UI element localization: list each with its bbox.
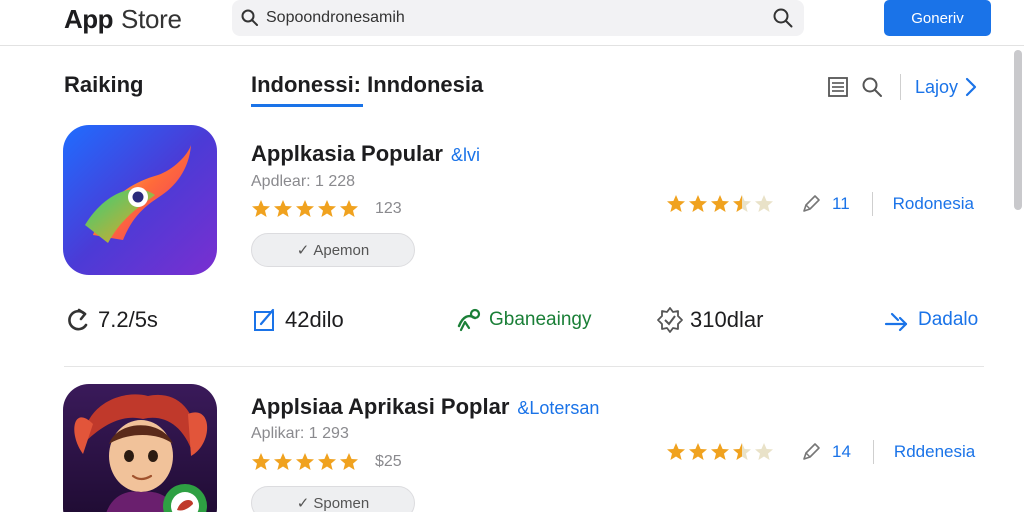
- edit-box-icon: [254, 308, 275, 331]
- app-store-logo[interactable]: App Store: [0, 2, 182, 36]
- tab-indonesia[interactable]: Indonessi: Inndonesia: [251, 72, 483, 98]
- search-bar[interactable]: [232, 0, 804, 36]
- region-link[interactable]: Rddenesia: [894, 442, 975, 462]
- star-icon: [296, 200, 314, 217]
- search-submit-icon[interactable]: [772, 7, 794, 29]
- active-tab-indicator: [251, 104, 363, 107]
- star-icon: [733, 195, 751, 212]
- top-bar: App Store Goneriv: [0, 0, 1024, 46]
- star-icon: [711, 195, 729, 212]
- star-icon: [755, 195, 773, 212]
- section-title: Raiking: [64, 72, 144, 97]
- pencil-icon[interactable]: [800, 193, 822, 215]
- stars-left: [251, 452, 361, 472]
- star-icon: [733, 443, 751, 460]
- app-name[interactable]: Applkasia Popular &lvi: [251, 141, 480, 167]
- stat-share-value: Dadalo: [918, 309, 979, 330]
- category-icon: [457, 308, 481, 332]
- game-character-icon: [63, 384, 217, 512]
- star-icon: [340, 200, 358, 217]
- rating-number: 11: [832, 194, 850, 213]
- star-icon: [274, 200, 292, 217]
- checkmark-icon: ✓: [296, 242, 310, 259]
- list-icon[interactable]: [826, 75, 850, 99]
- stat-rank-value: 310dlar: [690, 307, 764, 332]
- share-arrow-icon: [884, 312, 908, 332]
- stat-downloads-value: 42dilo: [285, 307, 344, 332]
- logo-store-text: Store: [121, 3, 182, 34]
- refresh-icon: [68, 308, 88, 331]
- get-button-label: Apemon: [313, 241, 370, 259]
- star-icon: [711, 443, 729, 460]
- rating-divider: [871, 192, 873, 216]
- app-name-text: Applsiaa Aprikasi Poplar: [251, 394, 510, 419]
- checkmark-icon: ✓: [296, 495, 310, 512]
- region-link[interactable]: Rodonesia: [893, 194, 974, 214]
- app-stats-row: 7.2/5s 42dilo Gbaneaingy 310dlar Dadalo: [0, 300, 1024, 344]
- get-button-label: Spomen: [313, 494, 370, 512]
- search-icon: [241, 9, 258, 26]
- row-divider: [64, 366, 984, 367]
- search-input[interactable]: [266, 9, 746, 27]
- app-subtitle: Aplikar: 1 293: [251, 425, 349, 442]
- get-button[interactable]: ✓ Apemon: [251, 233, 415, 267]
- stat-rank: 310dlar: [656, 306, 763, 334]
- stars-right: [666, 442, 776, 462]
- star-icon: [667, 195, 685, 212]
- tools-divider: [900, 74, 901, 100]
- stat-size-value: 7.2/5s: [98, 307, 158, 332]
- scrollbar[interactable]: [1014, 50, 1022, 210]
- app-subtitle: Apdlear: 1 228: [251, 173, 356, 190]
- stat-share[interactable]: Dadalo: [884, 306, 978, 334]
- badge-icon: [657, 307, 683, 333]
- star-icon: [296, 453, 314, 470]
- stars-right: [666, 194, 776, 214]
- review-count: $25: [375, 453, 402, 470]
- stars-left: [251, 199, 361, 219]
- logo-app-text: App: [64, 3, 114, 34]
- app-tag[interactable]: &lvi: [451, 145, 480, 165]
- primary-button[interactable]: Goneriv: [884, 0, 991, 36]
- star-icon: [340, 453, 358, 470]
- star-icon: [252, 200, 270, 217]
- chevron-right-icon[interactable]: [964, 77, 978, 97]
- bird-logo-icon: [63, 125, 217, 275]
- get-button[interactable]: ✓ Spomen: [251, 486, 415, 512]
- stat-category[interactable]: Gbaneaingy: [455, 306, 591, 334]
- star-icon: [689, 443, 707, 460]
- stat-size: 7.2/5s: [64, 306, 158, 334]
- star-icon: [755, 443, 773, 460]
- star-icon: [252, 453, 270, 470]
- more-link[interactable]: Lajoy: [915, 77, 958, 98]
- stat-downloads: 42dilo: [251, 306, 344, 334]
- app-icon[interactable]: [63, 125, 217, 275]
- app-name-text: Applkasia Popular: [251, 141, 443, 166]
- star-icon: [318, 453, 336, 470]
- rating-divider: [872, 440, 874, 464]
- star-rating: $25: [251, 452, 402, 472]
- star-icon: [274, 453, 292, 470]
- section-tools: Lajoy: [826, 74, 978, 100]
- app-tag[interactable]: &Lotersan: [517, 398, 599, 418]
- app-icon[interactable]: [63, 384, 217, 512]
- star-icon: [689, 195, 707, 212]
- right-rating: 14 Rddenesia: [666, 440, 975, 464]
- pencil-icon[interactable]: [800, 441, 822, 463]
- stat-category-value: Gbaneaingy: [489, 309, 592, 330]
- rating-number: 14: [832, 442, 851, 461]
- star-rating: 123: [251, 199, 402, 219]
- app-name[interactable]: Applsiaa Aprikasi Poplar &Lotersan: [251, 394, 599, 420]
- search-icon[interactable]: [860, 75, 884, 99]
- right-rating: 11 Rodonesia: [666, 192, 974, 216]
- star-icon: [318, 200, 336, 217]
- star-icon: [667, 443, 685, 460]
- review-count: 123: [375, 200, 402, 217]
